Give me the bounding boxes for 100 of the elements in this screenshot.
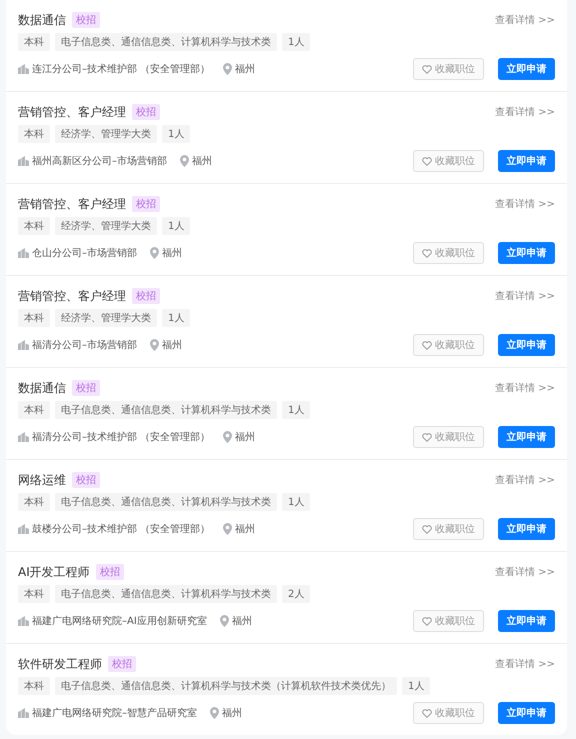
requirement-tag: 1人: [162, 309, 190, 327]
requirement-tag: 本科: [18, 33, 50, 51]
apply-button[interactable]: 立即申请: [498, 518, 555, 540]
details-link[interactable]: 查看详情 >>: [495, 105, 555, 119]
building-icon: [18, 708, 29, 718]
heart-icon: [422, 156, 432, 166]
requirement-tag: 经济学、管理学大类: [55, 217, 157, 235]
recruit-tag: 校招: [108, 656, 136, 672]
requirement-tag: 1人: [282, 33, 310, 51]
recruit-tag: 校招: [72, 472, 100, 488]
job-title: 网络运维: [18, 472, 66, 488]
recruit-tag: 校招: [132, 196, 160, 212]
favorite-button[interactable]: 收藏职位: [413, 334, 484, 356]
heart-icon: [422, 708, 432, 718]
building-icon: [18, 340, 29, 350]
department-text: 福清分公司–市场营销部: [32, 338, 137, 352]
favorite-button[interactable]: 收藏职位: [413, 518, 484, 540]
requirement-tag: 经济学、管理学大类: [55, 309, 157, 327]
requirement-tag: 经济学、管理学大类: [55, 125, 157, 143]
requirement-tag: 2人: [282, 585, 310, 603]
apply-button[interactable]: 立即申请: [498, 426, 555, 448]
requirement-tag: 本科: [18, 585, 50, 603]
job-title: 数据通信: [18, 380, 66, 396]
location-pin-icon: [223, 431, 232, 443]
city-text: 福州: [235, 430, 256, 444]
department-text: 鼓楼分公司–技术维护部 （安全管理部）: [32, 522, 210, 536]
details-link[interactable]: 查看详情 >>: [495, 13, 555, 27]
details-link[interactable]: 查看详情 >>: [495, 381, 555, 395]
location-pin-icon: [223, 63, 232, 75]
location-pin-icon: [210, 707, 219, 719]
department-text: 福清分公司–技术维护部 （安全管理部）: [32, 430, 210, 444]
details-link[interactable]: 查看详情 >>: [495, 197, 555, 211]
recruit-tag: 校招: [72, 12, 100, 28]
city-text: 福州: [235, 62, 256, 76]
department-text: 连江分公司–技术维护部 （安全管理部）: [32, 62, 210, 76]
requirement-tag: 本科: [18, 677, 50, 695]
favorite-button[interactable]: 收藏职位: [413, 150, 484, 172]
requirement-tag: 本科: [18, 401, 50, 419]
location-pin-icon: [180, 155, 189, 167]
apply-button[interactable]: 立即申请: [498, 334, 555, 356]
job-title: 软件研发工程师: [18, 656, 102, 672]
city-text: 福州: [235, 522, 256, 536]
apply-button[interactable]: 立即申请: [498, 610, 555, 632]
requirement-tag: 1人: [282, 493, 310, 511]
job-title: 营销管控、客户经理: [18, 288, 126, 304]
job-title: 营销管控、客户经理: [18, 104, 126, 120]
job-title: 营销管控、客户经理: [18, 196, 126, 212]
requirement-tag: 1人: [282, 401, 310, 419]
requirement-tag: 本科: [18, 217, 50, 235]
building-icon: [18, 64, 29, 74]
requirement-tag: 本科: [18, 309, 50, 327]
requirement-tag: 1人: [162, 217, 190, 235]
heart-icon: [422, 340, 432, 350]
department-text: 福建广电网络研究院–AI应用创新研究室: [32, 614, 207, 628]
requirement-tag: 本科: [18, 493, 50, 511]
building-icon: [18, 156, 29, 166]
apply-button[interactable]: 立即申请: [498, 702, 555, 724]
requirement-tag: 电子信息类、通信信息类、计算机科学与技术类（计算机软件技术类优先）: [55, 677, 397, 695]
requirement-tag: 电子信息类、通信信息类、计算机科学与技术类: [55, 33, 277, 51]
details-link[interactable]: 查看详情 >>: [495, 657, 555, 671]
heart-icon: [422, 616, 432, 626]
building-icon: [18, 248, 29, 258]
details-link[interactable]: 查看详情 >>: [495, 289, 555, 303]
favorite-button[interactable]: 收藏职位: [413, 58, 484, 80]
apply-button[interactable]: 立即申请: [498, 150, 555, 172]
city-text: 福州: [192, 154, 212, 168]
favorite-button[interactable]: 收藏职位: [413, 610, 484, 632]
heart-icon: [422, 64, 432, 74]
location-pin-icon: [150, 339, 159, 351]
recruit-tag: 校招: [72, 380, 100, 396]
apply-button[interactable]: 立即申请: [498, 58, 555, 80]
heart-icon: [422, 432, 432, 442]
favorite-button[interactable]: 收藏职位: [413, 242, 484, 264]
requirement-tag: 1人: [402, 677, 430, 695]
details-link[interactable]: 查看详情 >>: [495, 473, 555, 487]
building-icon: [18, 616, 29, 626]
favorite-button[interactable]: 收藏职位: [413, 426, 484, 448]
city-text: 福州: [162, 246, 182, 260]
requirement-tag: 电子信息类、通信信息类、计算机科学与技术类: [55, 401, 277, 419]
department-text: 福州高新区分公司–市场营销部: [32, 154, 167, 168]
requirement-tag: 本科: [18, 125, 50, 143]
department-text: 仓山分公司–市场营销部: [32, 246, 137, 260]
recruit-tag: 校招: [96, 564, 124, 580]
job-title: AI开发工程师: [18, 564, 90, 580]
location-pin-icon: [223, 523, 232, 535]
building-icon: [18, 432, 29, 442]
city-text: 福州: [222, 706, 242, 720]
city-text: 福州: [162, 338, 182, 352]
building-icon: [18, 524, 29, 534]
requirement-tag: 电子信息类、通信信息类、计算机科学与技术类: [55, 493, 277, 511]
recruit-tag: 校招: [132, 288, 160, 304]
favorite-button[interactable]: 收藏职位: [413, 702, 484, 724]
heart-icon: [422, 248, 432, 258]
city-text: 福州: [232, 614, 252, 628]
apply-button[interactable]: 立即申请: [498, 242, 555, 264]
department-text: 福建广电网络研究院–智慧产品研究室: [32, 706, 197, 720]
location-pin-icon: [220, 615, 229, 627]
job-title: 数据通信: [18, 12, 66, 28]
details-link[interactable]: 查看详情 >>: [495, 565, 555, 579]
location-pin-icon: [150, 247, 159, 259]
